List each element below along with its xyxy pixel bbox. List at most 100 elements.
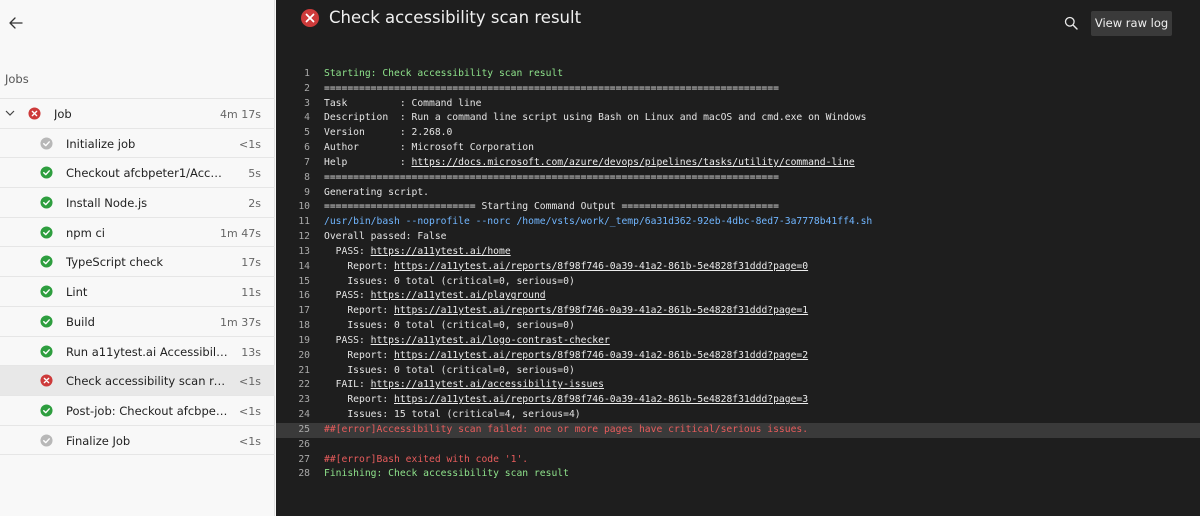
success-check-icon (40, 226, 53, 239)
line-number: 1 (304, 68, 310, 79)
line-number: 5 (304, 127, 310, 139)
line-number: 7 (304, 156, 310, 168)
log-link[interactable]: https://a11ytest.ai/reports/8f98f746-0a3… (394, 261, 808, 272)
log-text: ##[error]Bash exited with code '1'. (324, 453, 529, 465)
log-line: 17 Report: https://a11ytest.ai/reports/8… (276, 304, 1200, 319)
jobs-panel: Jobs Job 4m 17s Initialize job <1s Checkou… (0, 0, 275, 516)
line-number: 9 (304, 186, 310, 198)
step-label: Run a11ytest.ai Accessibility Scan (66, 344, 228, 359)
step-label: Post-job: Checkout afcbpeter1/A... (66, 403, 228, 418)
log-link[interactable]: https://a11ytest.ai/reports/8f98f746-0a3… (394, 305, 808, 316)
log-link[interactable]: https://a11ytest.ai/reports/8f98f746-0a3… (394, 394, 808, 405)
log-text: Author : Microsoft Corporation (324, 142, 534, 154)
step-row[interactable]: Check accessibility scan result <1s (0, 366, 275, 396)
step-row[interactable]: npm ci 1m 47s (0, 218, 275, 248)
log-text: Version : 2.268.0 (324, 127, 453, 139)
log-text: PASS: https://a11ytest.ai/playground (324, 289, 546, 304)
steps-list: Job 4m 17s Initialize job <1s Checkout afc… (0, 98, 275, 456)
step-label: TypeScript check (66, 255, 164, 270)
step-row[interactable]: Finalize Job <1s (0, 426, 275, 456)
log-link[interactable]: https://a11ytest.ai/logo-contrast-checke… (371, 335, 610, 346)
step-duration: 11s (241, 286, 261, 300)
job-row[interactable]: Job 4m 17s (0, 99, 275, 129)
line-number: 25 (298, 423, 310, 435)
line-number: 27 (298, 453, 310, 465)
log-line: 23 Report: https://a11ytest.ai/reports/8… (276, 393, 1200, 408)
log-line: 1 Starting: Check accessibility scan resu… (276, 67, 1200, 82)
line-number: 23 (298, 394, 310, 406)
success-check-icon (40, 344, 53, 358)
line-number: 18 (298, 320, 310, 332)
step-duration: <1s (239, 404, 261, 418)
line-number: 20 (298, 349, 310, 361)
log-prefix: Help : (324, 156, 412, 168)
log-line: 11/usr/bin/bash --noprofile --norc /home… (276, 215, 1200, 230)
log-prefix: FAIL: (324, 379, 371, 391)
log-prefix: PASS: (324, 334, 371, 346)
step-row[interactable]: Run a11ytest.ai Accessibility Scan 13s (0, 337, 275, 367)
step-row[interactable]: Install Node.js 2s (0, 188, 275, 218)
step-row[interactable]: Initialize job <1s (0, 129, 275, 159)
line-number: 21 (298, 364, 310, 376)
log-prefix: Report: (324, 305, 394, 317)
job-label: Job (54, 107, 72, 121)
log-text: ========================================… (324, 171, 779, 183)
log-link[interactable]: https://a11ytest.ai/home (371, 246, 511, 257)
log-link[interactable]: https://docs.microsoft.com/azure/devops/… (412, 157, 855, 168)
log-line: 26 (276, 438, 1200, 453)
step-duration: <1s (239, 375, 261, 389)
log-line: 5 Version : 2.268.0 (276, 126, 1200, 141)
line-number: 12 (298, 231, 310, 243)
log-text: Help : https://docs.microsoft.com/azure/… (324, 156, 855, 171)
log-line: 28 Finishing: Check accessibility scan re… (276, 467, 1200, 482)
chevron-down-icon[interactable] (5, 109, 15, 117)
line-number: 10 (298, 201, 310, 213)
step-row[interactable]: Post-job: Checkout afcbpeter1/A... <1s (0, 396, 275, 426)
log-link[interactable]: https://a11ytest.ai/accessibility-issues (371, 379, 604, 390)
log-output: 1 Starting: Check accessibility scan resu… (276, 67, 1200, 482)
log-text: ##[error]Accessibility scan failed: one … (324, 423, 809, 435)
step-label: Build (66, 314, 95, 329)
jobs-heading: Jobs (5, 72, 29, 86)
log-panel: Check accessibility scan result View raw… (276, 0, 1200, 516)
step-row[interactable]: Build 1m 37s (0, 307, 275, 337)
step-label: npm ci (66, 225, 105, 240)
job-duration: 4m 17s (220, 108, 261, 121)
log-text: Starting: Check accessibility scan resul… (324, 68, 564, 79)
success-check-icon (40, 315, 53, 328)
step-label: Install Node.js (66, 196, 148, 211)
back-arrow-icon[interactable] (6, 13, 26, 33)
log-link[interactable]: https://a11ytest.ai/reports/8f98f746-0a3… (394, 350, 808, 361)
log-line: 19 PASS: https://a11ytest.ai/logo-contra… (276, 334, 1200, 349)
search-icon[interactable] (1064, 16, 1078, 30)
log-text: FAIL: https://a11ytest.ai/accessibility-… (324, 378, 604, 393)
line-number: 4 (304, 112, 310, 124)
log-text: Report: https://a11ytest.ai/reports/8f98… (324, 349, 808, 364)
step-duration: 17s (241, 256, 261, 270)
line-number: 15 (298, 275, 310, 287)
failed-status-icon (301, 9, 319, 27)
log-link[interactable]: https://a11ytest.ai/playground (371, 290, 546, 301)
line-number: 22 (298, 379, 310, 391)
step-duration: 13s (241, 345, 261, 359)
failed-status-icon (28, 107, 41, 120)
log-line: 2 =======================================… (276, 82, 1200, 97)
step-row[interactable]: Lint 11s (0, 277, 275, 307)
log-line: 21 Issues: 0 total (critical=0, serious=… (276, 364, 1200, 379)
log-line: 10 ========================== Starting Co… (276, 200, 1200, 215)
log-line: 3 Task : Command line (276, 97, 1200, 112)
log-line: 9 Generating script. (276, 186, 1200, 201)
log-line: 25 ##[error]Accessibility scan failed: on… (276, 422, 1200, 438)
step-duration: 5s (248, 167, 261, 181)
log-text: ========================================… (324, 82, 779, 94)
log-line: 18 Issues: 0 total (critical=0, serious=… (276, 319, 1200, 334)
line-number: 16 (298, 290, 310, 302)
log-text: Report: https://a11ytest.ai/reports/8f98… (324, 304, 808, 319)
step-row[interactable]: Checkout afcbpeter1/Accessitest... 5s (0, 158, 275, 189)
log-text: PASS: https://a11ytest.ai/home (324, 245, 511, 260)
line-number: 8 (304, 171, 310, 183)
step-row[interactable]: TypeScript check 17s (0, 247, 275, 278)
step-label: Finalize Job (66, 433, 131, 448)
view-raw-log-button[interactable]: View raw log (1091, 11, 1172, 36)
step-duration: 1m 47s (220, 226, 261, 240)
